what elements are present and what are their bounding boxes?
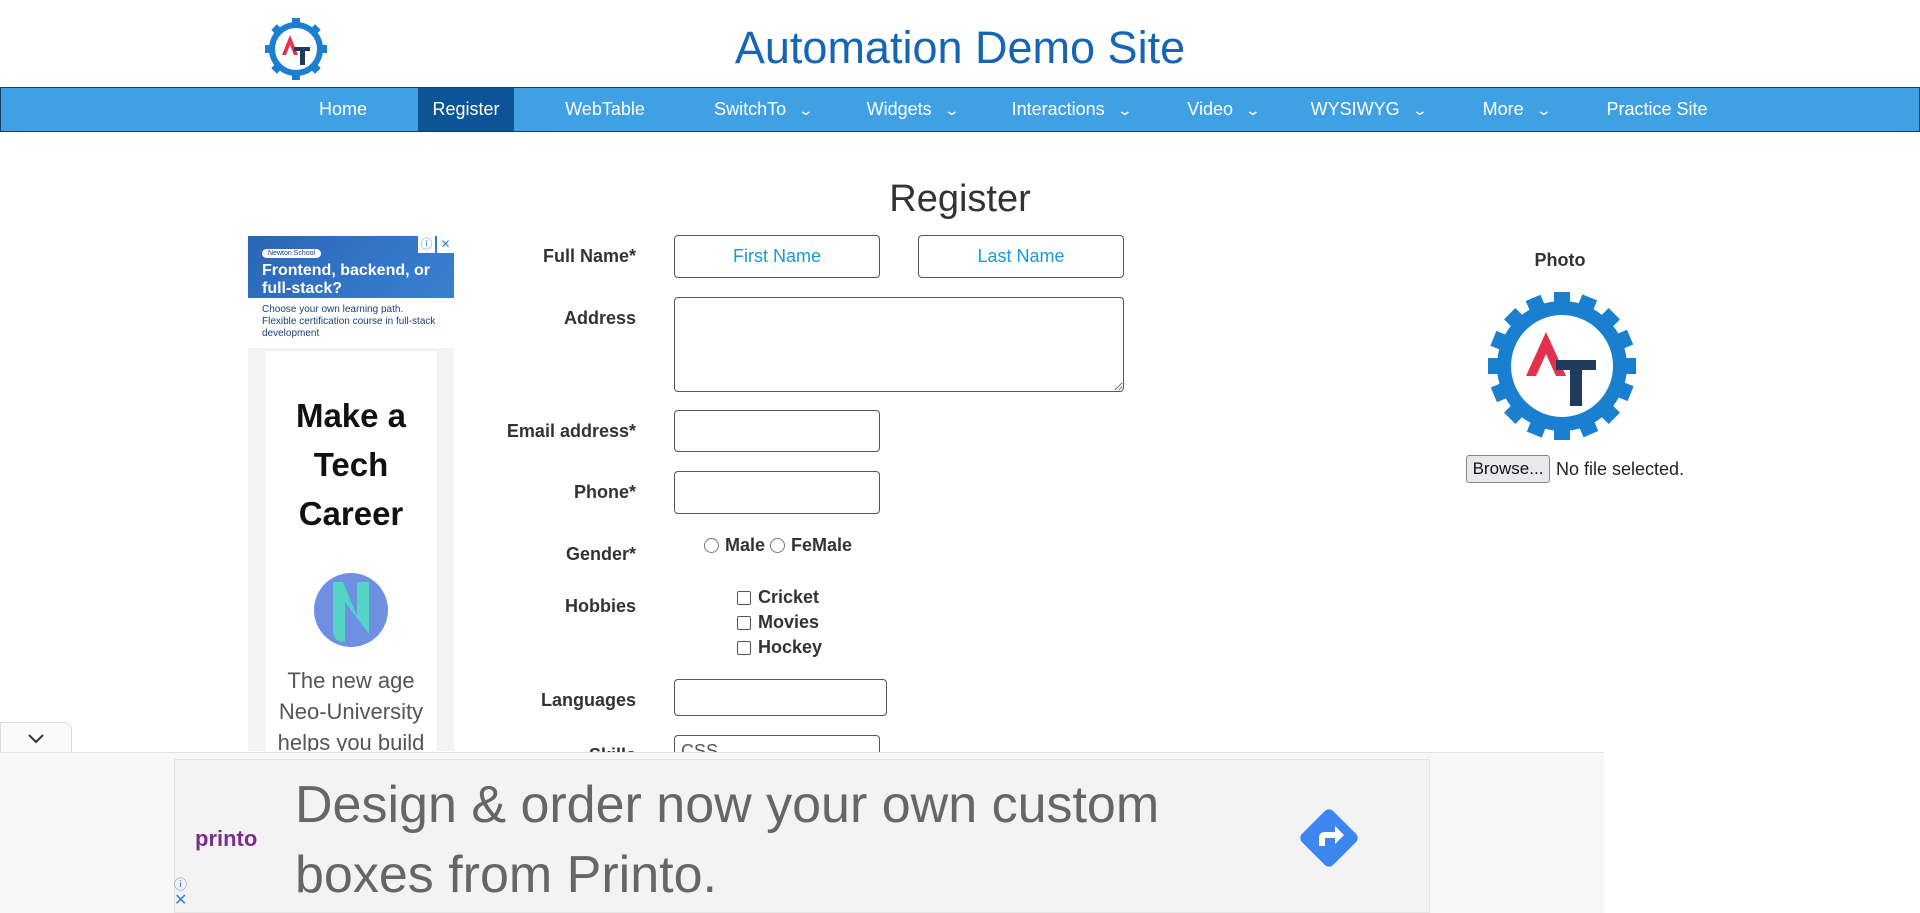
ad-headline: Frontend, backend, or full-stack? [262, 262, 431, 297]
nav-register[interactable]: Register [418, 88, 514, 131]
neo-university-logo-icon [314, 573, 388, 647]
ad-info-icon[interactable]: ⓘ [418, 236, 435, 253]
languages-multiselect[interactable] [674, 679, 887, 716]
ad-card-body: The new age Neo-University helps you bui… [277, 668, 425, 751]
languages-label: Languages [540, 690, 636, 710]
hobbies-label: Hobbies [564, 596, 636, 616]
chevron-down-icon: ⌄ [1411, 102, 1428, 118]
radio-circle-icon[interactable] [704, 538, 719, 553]
checkbox-icon[interactable] [737, 615, 751, 630]
hobby-cricket-checkbox[interactable]: Cricket [737, 587, 819, 608]
arrow-right-icon[interactable] [1297, 806, 1361, 870]
main-navbar: Home Register WebTable SwitchTo ⌄ Widgets… [0, 87, 1920, 132]
phone-label: Phone* [573, 482, 636, 502]
photo-label: Photo [1534, 250, 1586, 270]
left-ad-banner[interactable]: Newton School Frontend, backend, or full… [248, 236, 454, 751]
first-name-input[interactable] [674, 235, 880, 278]
email-label: Email address* [506, 421, 636, 441]
chevron-down-icon: ⌄ [1535, 102, 1552, 118]
nav-practice-site[interactable]: Practice Site [1597, 88, 1717, 131]
chevron-down-icon: ⌄ [943, 102, 960, 118]
ad-info-icon[interactable]: ⓘ [174, 874, 190, 892]
checkbox-icon[interactable] [737, 640, 751, 655]
full-name-label: Full Name* [542, 246, 636, 266]
nav-webtable[interactable]: WebTable [553, 88, 657, 131]
close-icon[interactable]: ✕ [174, 893, 190, 909]
gender-male-radio[interactable]: Male [704, 535, 765, 556]
ad-brand: Newton School [262, 249, 322, 258]
nav-wysiwyg[interactable]: WYSIWYG ⌄ [1305, 88, 1431, 131]
chevron-down-icon: ⌄ [1116, 102, 1133, 118]
file-status-text: No file selected. [1556, 459, 1685, 479]
collapse-ad-toggle[interactable] [0, 722, 72, 752]
site-title: Automation Demo Site [734, 22, 1186, 73]
address-field[interactable] [674, 297, 1124, 392]
nav-home[interactable]: Home [303, 88, 383, 131]
ad-subtext: Choose your own learning path. Flexible … [248, 298, 454, 348]
chevron-down-icon: ⌄ [1244, 102, 1262, 118]
chevron-down-icon [28, 734, 44, 744]
chevron-down-icon: ⌄ [797, 102, 815, 118]
phone-field[interactable] [674, 471, 880, 514]
radio-circle-icon[interactable] [770, 538, 785, 553]
nav-interactions[interactable]: Interactions ⌄ [1001, 88, 1141, 131]
email-field[interactable] [674, 410, 880, 452]
printo-logo-icon: printo [195, 826, 257, 851]
printo-logo-text: printo [195, 826, 257, 851]
photo-preview-logo-icon [1488, 292, 1636, 440]
nav-video[interactable]: Video ⌄ [1177, 88, 1269, 131]
gender-female-radio[interactable]: FeMale [770, 535, 852, 556]
hobby-movies-checkbox[interactable]: Movies [737, 612, 819, 633]
browse-button[interactable]: Browse... [1466, 455, 1550, 483]
last-name-input[interactable] [918, 235, 1124, 278]
nav-widgets[interactable]: Widgets ⌄ [859, 88, 965, 131]
checkbox-icon[interactable] [737, 590, 751, 605]
hobby-hockey-checkbox[interactable]: Hockey [737, 637, 822, 658]
address-label: Address [563, 308, 636, 328]
gender-label: Gender* [565, 544, 636, 564]
bottom-ad-banner[interactable]: printo Design & order now your own custo… [174, 759, 1430, 913]
nav-more[interactable]: More ⌄ [1473, 88, 1559, 131]
nav-switchto[interactable]: SwitchTo ⌄ [703, 88, 823, 131]
page-title: Register [889, 178, 1031, 220]
ad-card-title: Make a Tech Career [295, 397, 407, 532]
ad-card: Make a Tech Career The new age Neo-Unive… [264, 350, 438, 751]
ad-text: Design & order now your own custom boxes… [295, 776, 1160, 904]
